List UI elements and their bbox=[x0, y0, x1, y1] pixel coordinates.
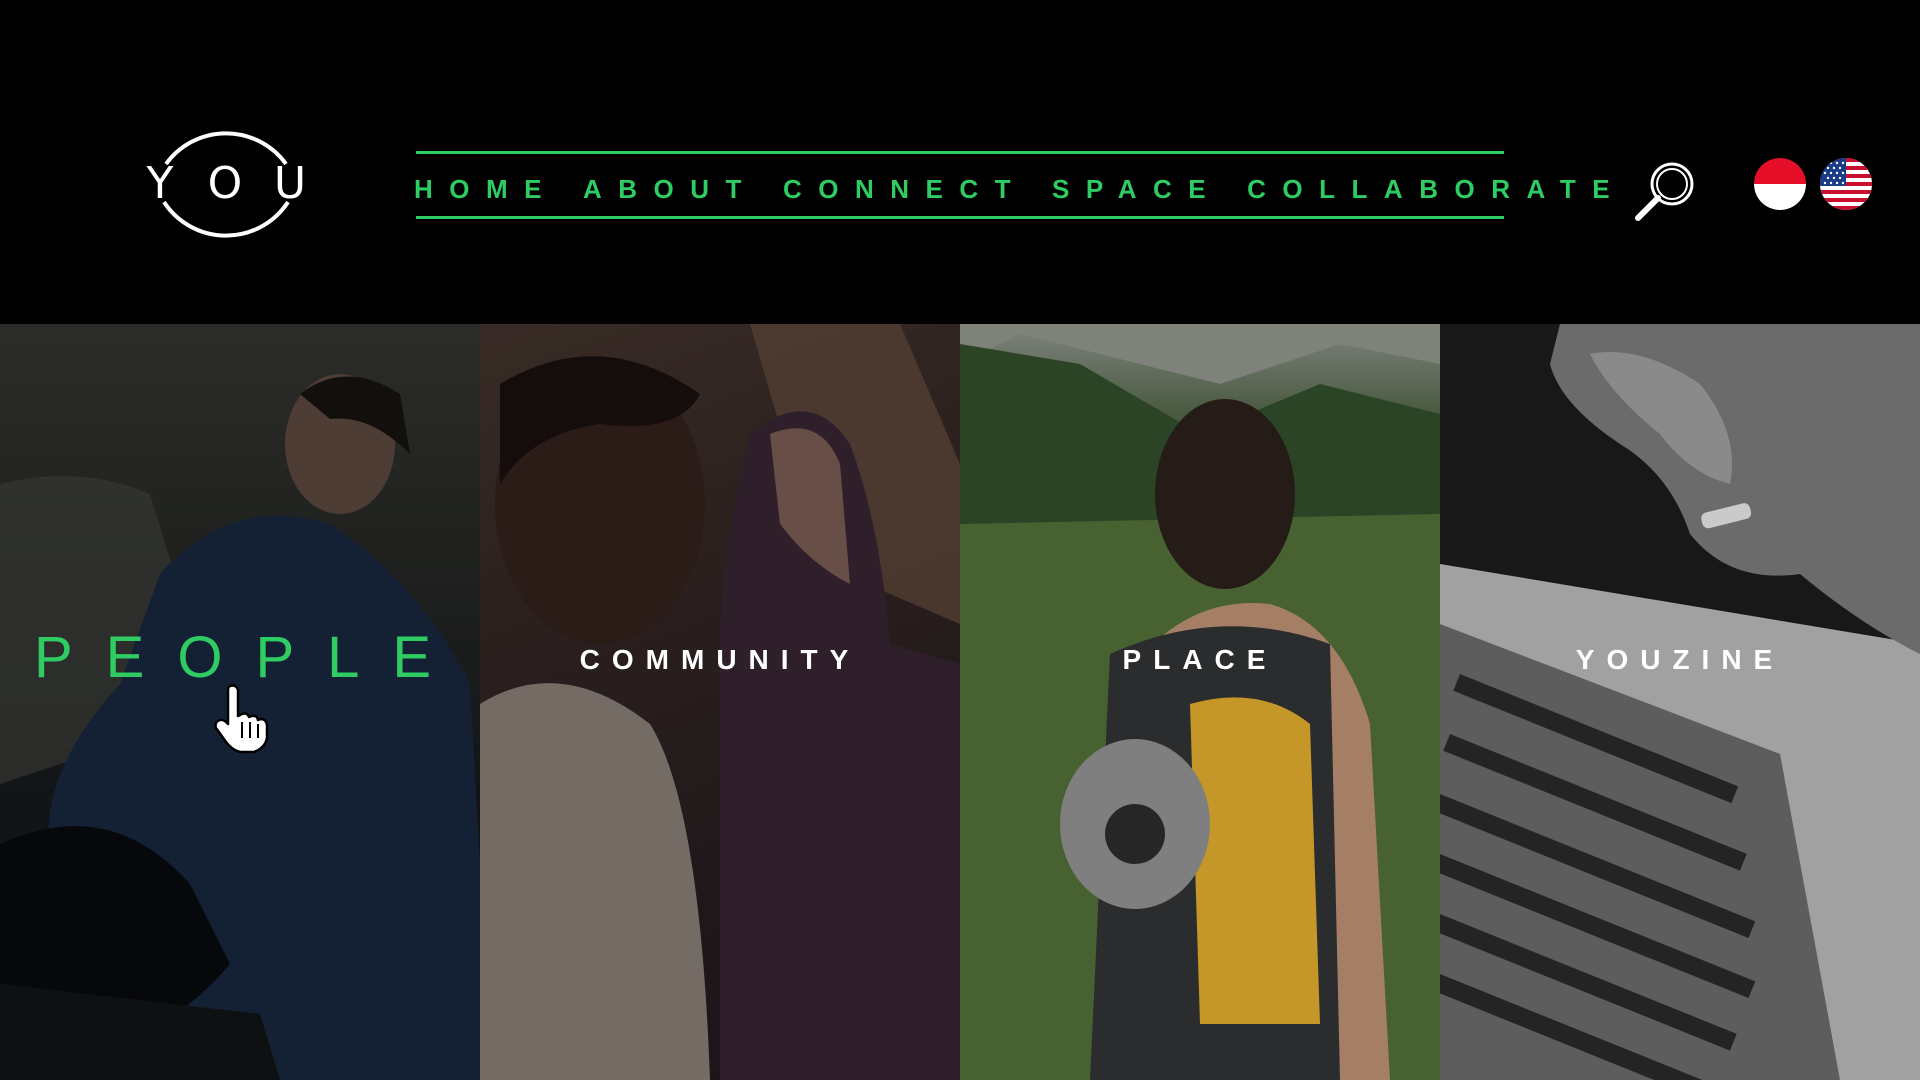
nav-collaborate[interactable]: COLLABORATE bbox=[1247, 174, 1626, 205]
nav-about[interactable]: ABOUT bbox=[583, 174, 758, 205]
panel-label-youzine: YOUZINE bbox=[1575, 644, 1785, 675]
panel-youzine[interactable]: YOUZINE bbox=[1440, 324, 1920, 1080]
panel-community[interactable]: COMMUNITY bbox=[480, 324, 960, 1080]
logo-letter: O bbox=[207, 158, 243, 209]
panel-label-people: PEOPLE bbox=[34, 625, 465, 690]
search-icon[interactable] bbox=[1632, 158, 1700, 226]
logo-letter: U bbox=[273, 158, 307, 209]
category-panels: PEOPLE COMMUNITY PLACE YOUZINE bbox=[0, 324, 1920, 1080]
site-header: Y O U HOME ABOUT CONNECT SPACE COLLABORA… bbox=[0, 0, 1920, 324]
panel-label-place: PLACE bbox=[1122, 644, 1278, 675]
nav-connect[interactable]: CONNECT bbox=[783, 174, 1027, 205]
logo-wordmark: Y O U bbox=[136, 158, 316, 209]
panel-place[interactable]: PLACE bbox=[960, 324, 1440, 1080]
panel-label-community: COMMUNITY bbox=[579, 644, 861, 675]
us-flag-icon[interactable] bbox=[1820, 158, 1872, 210]
place-photo bbox=[960, 324, 1440, 1080]
pointer-hand-icon bbox=[210, 682, 274, 754]
nav-space[interactable]: SPACE bbox=[1052, 174, 1222, 205]
nav-home[interactable]: HOME bbox=[414, 174, 558, 205]
indonesia-flag-icon[interactable] bbox=[1754, 158, 1806, 210]
logo-letter: Y bbox=[146, 158, 174, 209]
you-logo[interactable]: Y O U bbox=[136, 106, 316, 260]
community-photo bbox=[480, 324, 960, 1080]
main-nav: HOME ABOUT CONNECT SPACE COLLABORATE bbox=[414, 151, 1610, 219]
panel-people[interactable]: PEOPLE bbox=[0, 324, 480, 1080]
youzine-photo bbox=[1440, 324, 1920, 1080]
